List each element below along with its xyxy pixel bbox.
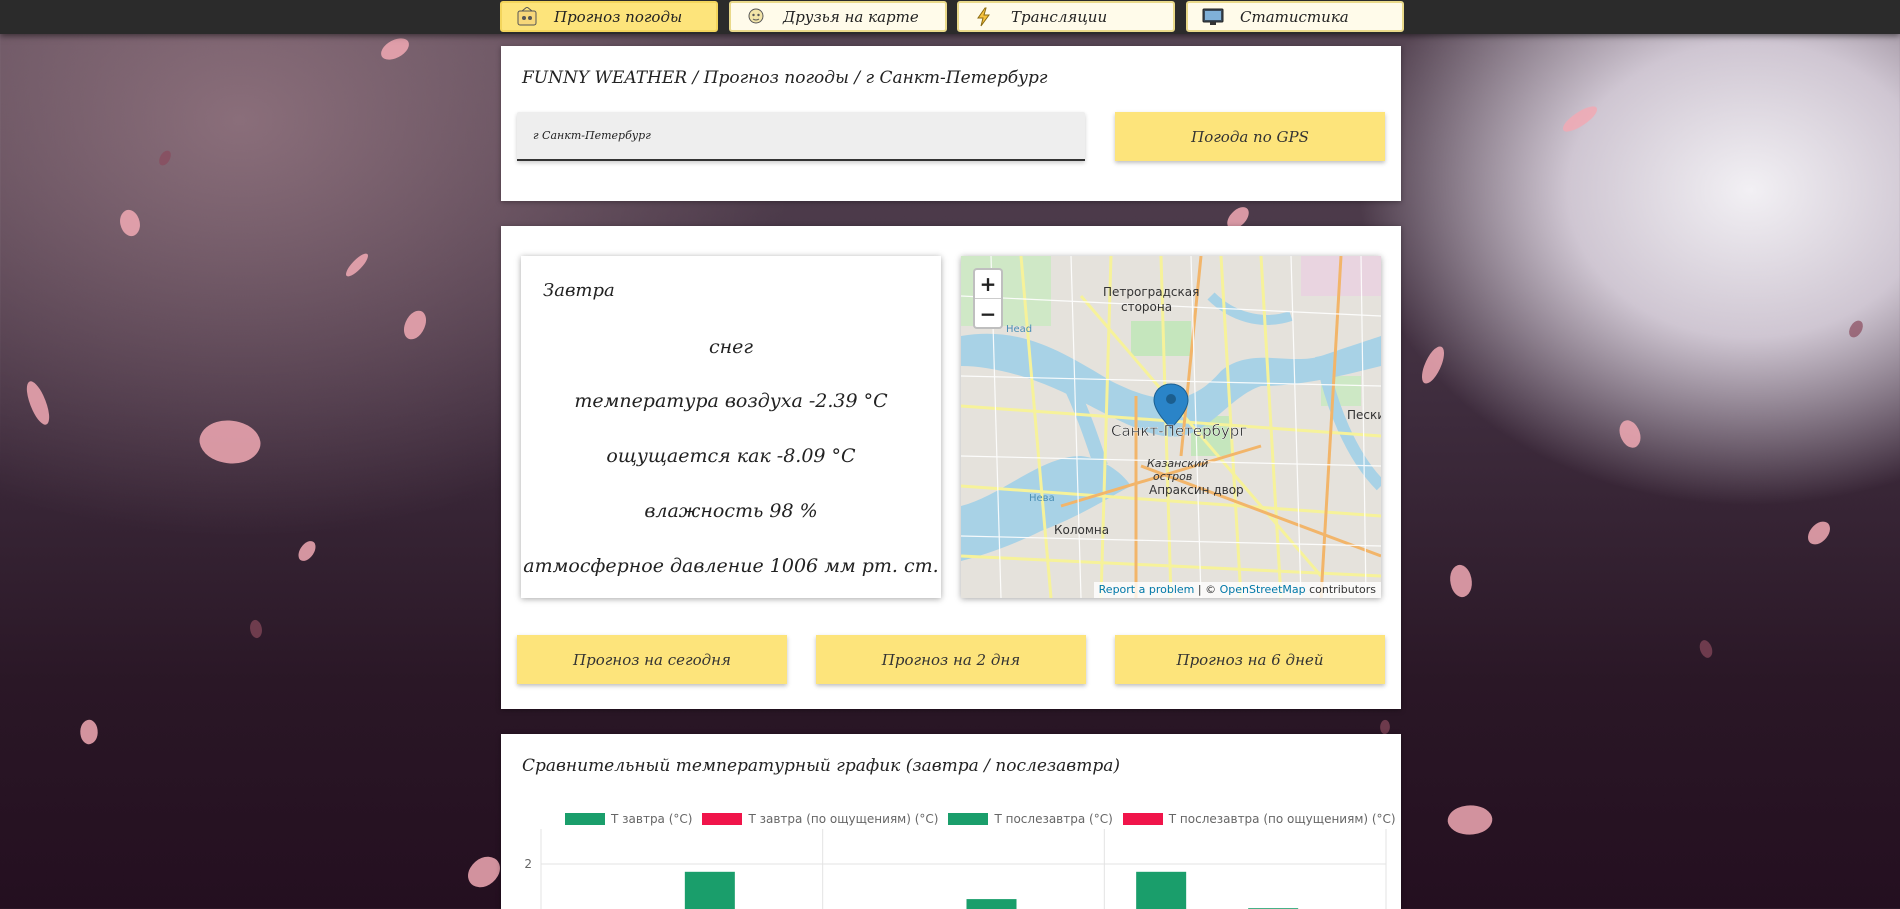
legend-item[interactable]: Т послезавтра (°C) bbox=[948, 812, 1113, 826]
nav-broadcasts[interactable]: Трансляции bbox=[957, 1, 1175, 32]
nav-label: Статистика bbox=[1240, 7, 1349, 26]
forecast-card: Завтра снег температура воздуха -2.39 °C… bbox=[501, 226, 1401, 709]
nav-statistics[interactable]: Статистика bbox=[1186, 1, 1404, 32]
legend-swatch bbox=[948, 813, 989, 825]
map-label-storona: сторона bbox=[1121, 300, 1172, 314]
map-label-kazansky: Казанский bbox=[1147, 457, 1208, 470]
map-label-head: Head bbox=[1006, 324, 1032, 335]
zoom-in-button[interactable]: + bbox=[975, 270, 1001, 299]
nav-label: Прогноз погоды bbox=[554, 7, 683, 26]
map-attribution: Report a problem | © OpenStreetMap contr… bbox=[1093, 582, 1381, 598]
map-label-ostrov: остров bbox=[1153, 470, 1192, 483]
legend-label: Т послезавтра (по ощущениям) (°C) bbox=[1168, 812, 1396, 826]
forecast-2-days-button[interactable]: Прогноз на 2 дня bbox=[816, 635, 1086, 684]
nav-weather-forecast[interactable]: Прогноз погоды bbox=[500, 1, 718, 32]
nav-friends-map[interactable]: Друзья на карте bbox=[729, 1, 947, 32]
legend-label: Т завтра (°C) bbox=[611, 812, 693, 826]
forecast-temperature: температура воздуха -2.39 °C bbox=[574, 390, 888, 412]
weather-icon bbox=[516, 6, 538, 27]
zoom-out-button[interactable]: − bbox=[975, 299, 1001, 328]
legend-swatch bbox=[702, 813, 743, 825]
nav-label: Трансляции bbox=[1011, 7, 1108, 26]
legend-item[interactable]: Т завтра (по ощущениям) (°C) bbox=[702, 812, 938, 826]
attribution-tail: contributors bbox=[1305, 583, 1376, 596]
breadcrumb: FUNNY WEATHER / Прогноз погоды / г Санкт… bbox=[522, 68, 1048, 88]
chart-title: Сравнительный температурный график (завт… bbox=[522, 756, 1120, 776]
temperature-chart: 02 bbox=[524, 829, 1387, 909]
map-zoom-control: + − bbox=[973, 268, 1003, 329]
forecast-panel: Завтра снег температура воздуха -2.39 °C… bbox=[521, 256, 941, 598]
chart-bar bbox=[1136, 871, 1187, 909]
top-nav: Прогноз погоды Друзья на карте Трансляци… bbox=[0, 0, 1900, 34]
city-map[interactable]: Петроградская сторона Санкт-Петербург Ка… bbox=[961, 256, 1381, 598]
friends-icon bbox=[745, 7, 767, 27]
report-problem-link[interactable]: Report a problem bbox=[1099, 583, 1195, 596]
openstreetmap-link[interactable]: OpenStreetMap bbox=[1220, 583, 1306, 596]
legend-label: Т завтра (по ощущениям) (°C) bbox=[748, 812, 939, 826]
map-label-kolomna: Коломна bbox=[1054, 523, 1109, 537]
forecast-feels-like: ощущается как -8.09 °C bbox=[606, 445, 856, 467]
map-label-neva: Нева bbox=[1029, 493, 1055, 504]
chart-bar bbox=[966, 899, 1017, 909]
legend-swatch bbox=[1122, 813, 1163, 825]
forecast-pressure: атмосферное давление 1006 мм рт. ст. bbox=[523, 555, 939, 577]
map-label-city: Санкт-Петербург bbox=[1111, 422, 1247, 440]
legend-swatch bbox=[565, 813, 605, 825]
legend-label: Т послезавтра (°C) bbox=[994, 812, 1113, 826]
gps-weather-button[interactable]: Погода по GPS bbox=[1115, 112, 1385, 161]
map-label-peski: Пески bbox=[1347, 408, 1381, 422]
lightning-icon bbox=[973, 7, 995, 27]
map-label-petrogradskaya: Петроградская bbox=[1103, 285, 1199, 299]
monitor-icon bbox=[1202, 7, 1224, 27]
nav-label: Друзья на карте bbox=[783, 7, 919, 26]
legend-item[interactable]: Т завтра (°C) bbox=[565, 812, 692, 826]
y-tick-label: 2 bbox=[524, 857, 532, 871]
attribution-separator: | © bbox=[1194, 583, 1220, 596]
forecast-condition: снег bbox=[708, 336, 753, 358]
legend-item[interactable]: Т послезавтра (по ощущениям) (°C) bbox=[1122, 812, 1396, 826]
forecast-day: Завтра bbox=[543, 280, 615, 301]
forecast-humidity: влажность 98 % bbox=[644, 500, 818, 522]
chart-legend: Т завтра (°C) Т завтра (по ощущениям) (°C… bbox=[565, 812, 1396, 826]
search-card: FUNNY WEATHER / Прогноз погоды / г Санкт… bbox=[501, 46, 1401, 201]
forecast-today-button[interactable]: Прогноз на сегодня bbox=[517, 635, 787, 684]
chart-bar bbox=[684, 871, 735, 909]
map-label-apraksin: Апраксин двор bbox=[1149, 483, 1244, 497]
forecast-6-days-button[interactable]: Прогноз на 6 дней bbox=[1115, 635, 1385, 684]
map-tiles: Петроградская сторона Санкт-Петербург Ка… bbox=[961, 256, 1381, 598]
city-search-input[interactable]: г Санкт-Петербург bbox=[517, 112, 1085, 161]
chart-card: Сравнительный температурный график (завт… bbox=[501, 734, 1401, 909]
